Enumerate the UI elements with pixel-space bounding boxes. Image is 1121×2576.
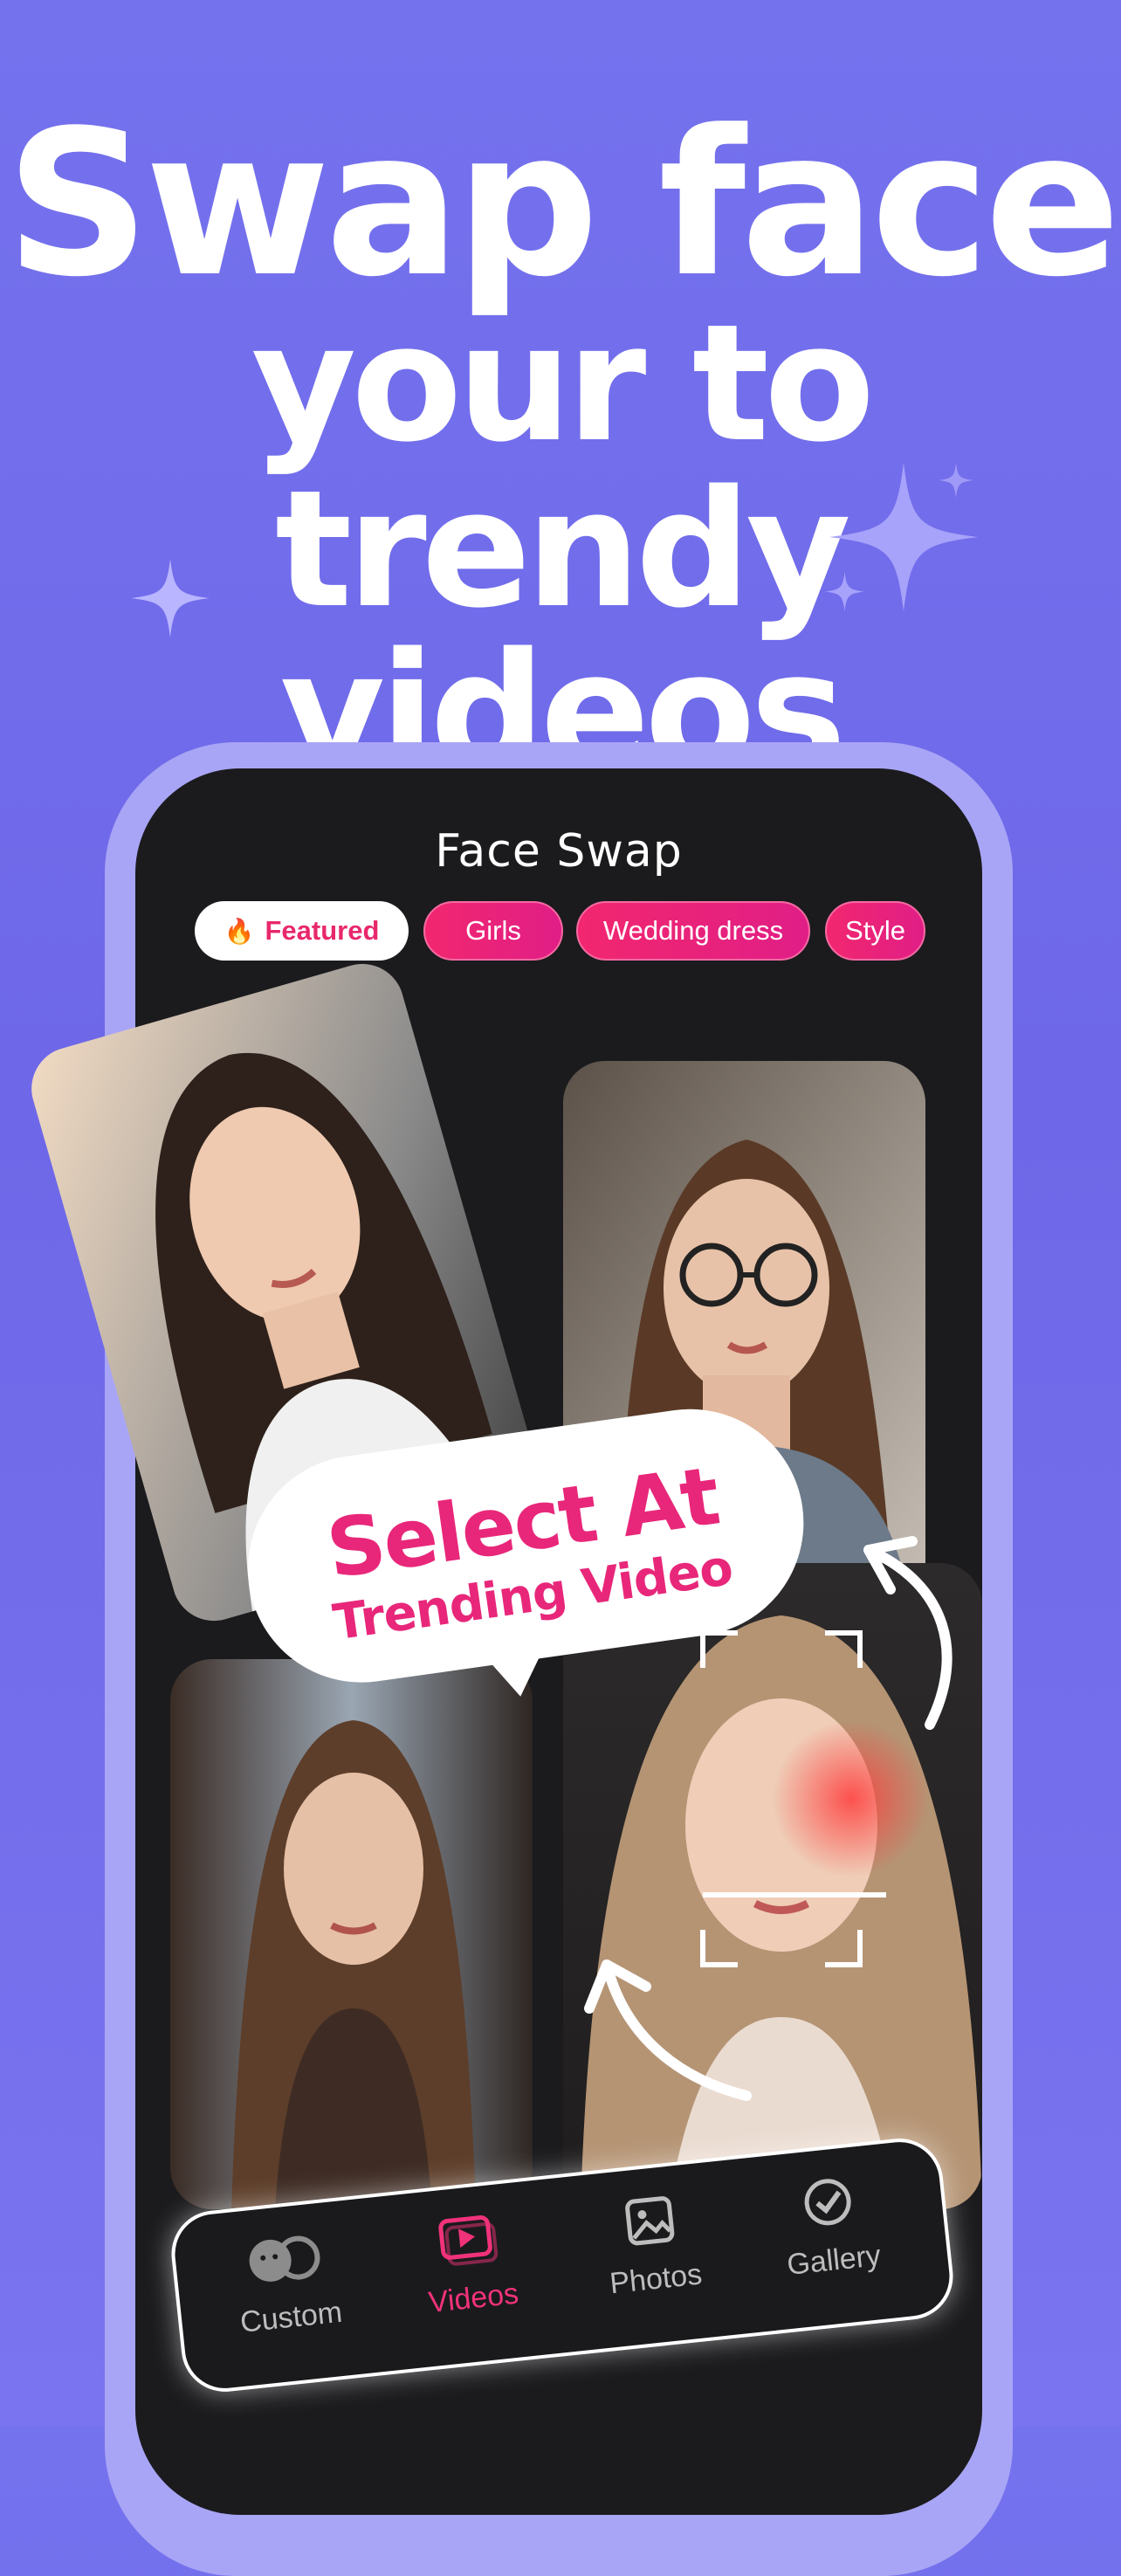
chip-label: Girls	[465, 915, 521, 946]
sparkle-icon-tiny-top	[939, 463, 973, 498]
sparkle-icon-small-left	[131, 559, 210, 637]
nav-label: Photos	[608, 2257, 704, 2301]
curved-arrow-icon-bottom	[584, 1960, 752, 2101]
nav-item-videos[interactable]: Videos	[390, 2198, 553, 2352]
nav-item-gallery[interactable]: Gallery	[750, 2159, 912, 2314]
bubble-tail	[478, 1639, 555, 1702]
screen-title: Face Swap	[435, 825, 683, 878]
nav-label: Gallery	[785, 2238, 883, 2282]
check-circle-icon	[750, 2159, 904, 2244]
nav-item-custom[interactable]: Custom	[208, 2216, 370, 2371]
photo-icon	[573, 2179, 727, 2263]
chip-style[interactable]: Style	[825, 901, 925, 961]
headline-line-1: Swap face	[5, 88, 1121, 321]
curved-arrow-icon-top	[863, 1536, 953, 1730]
nav-label: Videos	[427, 2276, 520, 2320]
chip-girls[interactable]: Girls	[423, 901, 563, 961]
chip-label: Style	[845, 915, 905, 946]
video-card-long-hair[interactable]	[170, 1659, 533, 2209]
video-play-icon	[390, 2198, 545, 2283]
chip-label: Wedding dress	[602, 915, 784, 946]
headline: Swap face your to trendy videos	[0, 88, 1121, 796]
face-swap-icon	[208, 2216, 362, 2301]
portrait-image	[170, 1659, 533, 2209]
sparkle-icon-tiny-right	[825, 572, 864, 611]
nav-item-photos[interactable]: Photos	[573, 2179, 735, 2333]
chip-label: Featured	[265, 915, 380, 946]
fire-icon: 🔥	[224, 917, 255, 945]
nav-label: Custom	[238, 2295, 344, 2339]
chip-wedding-dress[interactable]: Wedding dress	[576, 901, 810, 961]
chip-featured[interactable]: 🔥 Featured	[195, 901, 409, 961]
